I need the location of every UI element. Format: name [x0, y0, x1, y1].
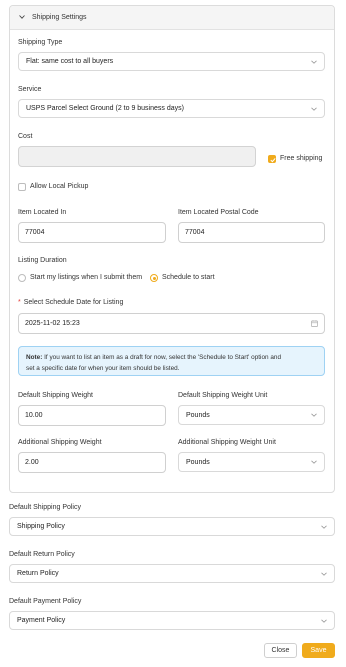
- default-weight-unit-label: Default Shipping Weight Unit: [178, 392, 268, 399]
- service-select[interactable]: USPS Parcel Select Ground (2 to 9 busine…: [18, 99, 325, 118]
- payment-policy-value: Payment Policy: [17, 617, 66, 624]
- additional-weight-unit-value: Pounds: [186, 458, 210, 466]
- schedule-date-input[interactable]: 2025-11-02 15:23: [18, 313, 325, 334]
- draft-note: Note: If you want to list an item as a d…: [18, 346, 325, 376]
- default-weight-unit-select[interactable]: Pounds: [178, 405, 325, 425]
- radio-start-on-submit[interactable]: [18, 274, 26, 282]
- chevron-down-icon: [311, 107, 317, 111]
- default-weight-value: 10.00: [25, 412, 43, 419]
- chevron-down-icon: [321, 619, 327, 623]
- shipping-policy-value: Shipping Policy: [17, 523, 65, 530]
- listing-duration-label: Listing Duration: [18, 257, 67, 264]
- additional-weight-value: 2.00: [25, 459, 39, 466]
- additional-weight-unit-label: Additional Shipping Weight Unit: [178, 439, 276, 446]
- note-line-2: set a specific date for when your item s…: [26, 365, 180, 372]
- service-label: Service: [18, 86, 42, 93]
- close-button[interactable]: Close: [264, 643, 297, 658]
- additional-weight-unit-select[interactable]: Pounds: [178, 452, 325, 472]
- service-value: USPS Parcel Select Ground (2 to 9 busine…: [26, 105, 184, 112]
- panel-title: Shipping Settings: [32, 14, 87, 21]
- postal-code-value: 77004: [185, 229, 205, 236]
- chevron-down-icon: [311, 60, 317, 64]
- postal-code-label: Item Located Postal Code: [178, 209, 259, 216]
- chevron-down-icon: [311, 460, 317, 464]
- chevron-down-icon: [321, 572, 327, 576]
- save-button[interactable]: Save: [302, 643, 335, 658]
- payment-policy-select[interactable]: Payment Policy: [9, 611, 335, 630]
- shipping-policy-label: Default Shipping Policy: [9, 504, 81, 511]
- local-pickup-checkbox[interactable]: [18, 183, 26, 191]
- shipping-type-select[interactable]: Flat: same cost to all buyers: [18, 52, 325, 71]
- default-weight-label: Default Shipping Weight: [18, 392, 93, 399]
- free-shipping-checkbox[interactable]: [268, 155, 276, 163]
- radio-start-on-submit-label: Start my listings when I submit them: [30, 274, 143, 281]
- item-located-in-label: Item Located In: [18, 209, 67, 216]
- required-marker: *: [18, 299, 21, 306]
- default-weight-unit-value: Pounds: [186, 411, 210, 419]
- local-pickup-label: Allow Local Pickup: [30, 183, 89, 190]
- schedule-date-label: * Select Schedule Date for Listing: [18, 299, 123, 306]
- shipping-type-label: Shipping Type: [18, 39, 63, 46]
- item-located-in-value: 77004: [25, 229, 45, 236]
- shipping-type-value: Flat: same cost to all buyers: [26, 58, 114, 65]
- default-weight-input[interactable]: 10.00: [18, 405, 166, 426]
- note-text-1: If you want to list an item as a draft f…: [42, 354, 282, 361]
- note-prefix: Note:: [26, 354, 43, 361]
- return-policy-value: Return Policy: [17, 570, 59, 577]
- schedule-date-value: 2025-11-02 15:23: [25, 320, 80, 327]
- cost-label: Cost: [18, 133, 33, 140]
- cost-input[interactable]: [18, 146, 256, 167]
- return-policy-select[interactable]: Return Policy: [9, 564, 335, 583]
- radio-schedule-to-start[interactable]: [150, 274, 158, 282]
- calendar-icon: [311, 320, 318, 327]
- payment-policy-label: Default Payment Policy: [9, 598, 82, 605]
- free-shipping-label: Free shipping: [280, 155, 323, 162]
- item-located-in-input[interactable]: 77004: [18, 222, 166, 243]
- return-policy-label: Default Return Policy: [9, 551, 75, 558]
- schedule-date-label-text: Select Schedule Date for Listing: [23, 299, 124, 306]
- shipping-settings-header[interactable]: Shipping Settings: [10, 6, 334, 30]
- postal-code-input[interactable]: 77004: [178, 222, 325, 243]
- checkmark-icon: [270, 158, 276, 163]
- note-line-1: Note: If you want to list an item as a d…: [26, 352, 317, 363]
- additional-weight-label: Additional Shipping Weight: [18, 439, 102, 446]
- shipping-policy-select[interactable]: Shipping Policy: [9, 517, 335, 536]
- radio-schedule-to-start-label: Schedule to start: [162, 274, 215, 281]
- additional-weight-input[interactable]: 2.00: [18, 452, 166, 473]
- chevron-down-icon: [321, 525, 327, 529]
- chevron-down-icon: [311, 413, 317, 417]
- chevron-down-icon: [19, 14, 25, 19]
